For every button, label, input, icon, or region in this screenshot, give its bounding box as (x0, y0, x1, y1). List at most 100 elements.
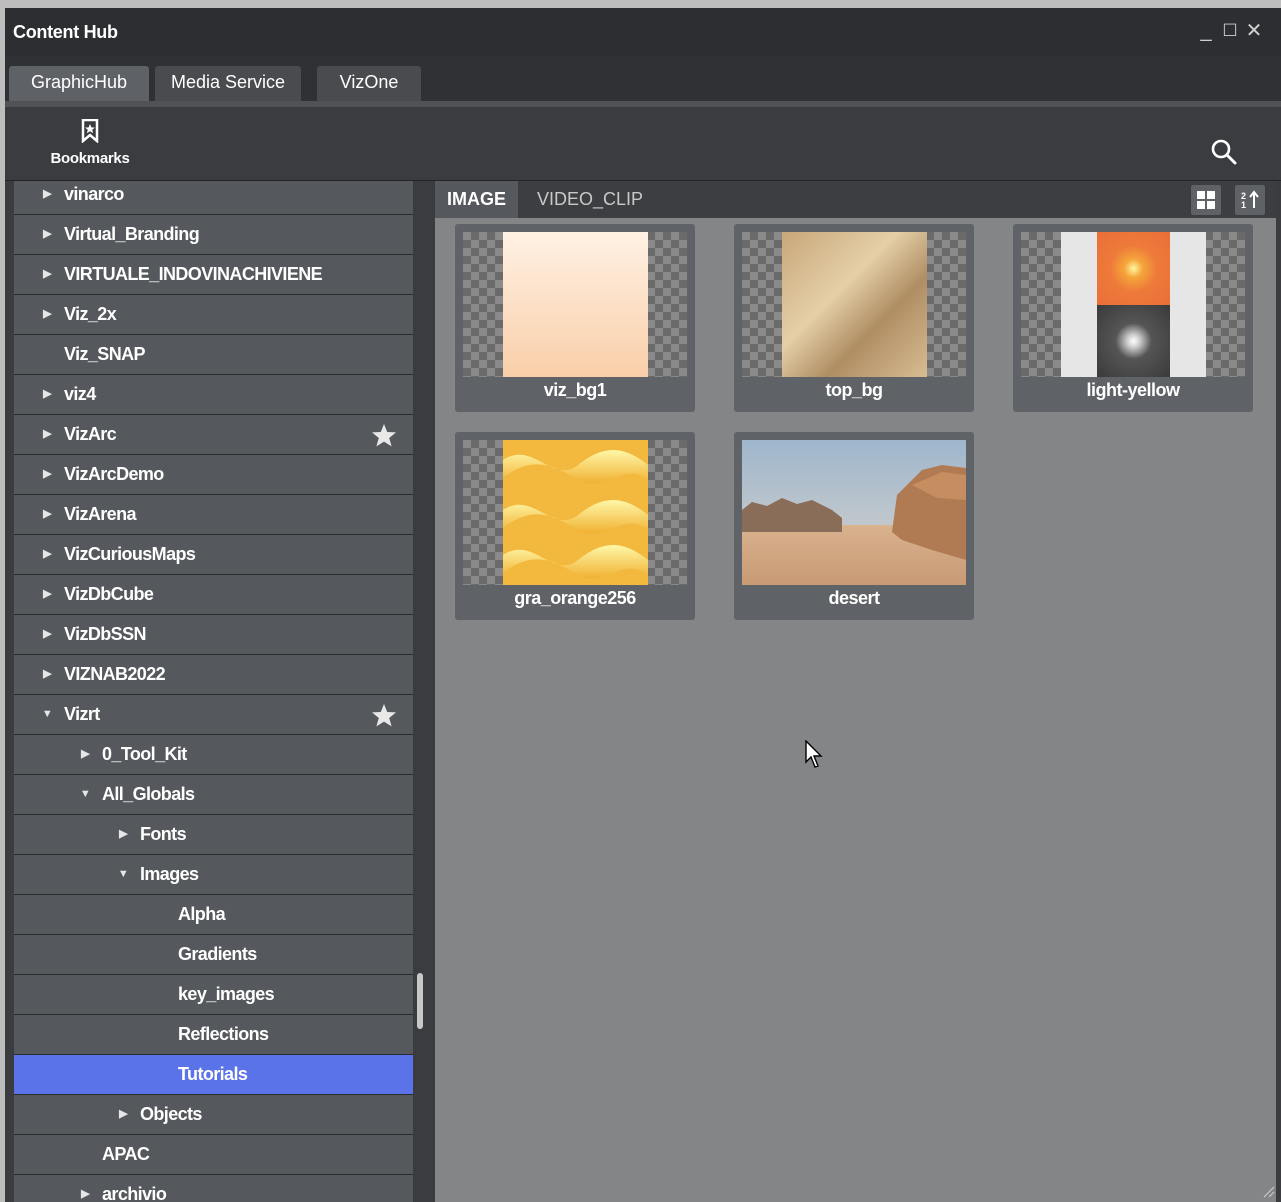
collapse-arrow-icon[interactable]: ▶ (40, 655, 54, 694)
tree-item[interactable]: ▶ VIRTUALE_INDOVINACHIVIENE (14, 255, 413, 295)
tree-item[interactable]: ▶ VizArena (14, 495, 413, 535)
title-bar: Content Hub _ ☐ ✕ (5, 8, 1281, 56)
asset-tile-top-bg[interactable]: top_bg (734, 224, 974, 412)
asset-thumbnail (742, 440, 966, 585)
collapse-arrow-icon[interactable]: ▶ (40, 215, 54, 254)
asset-tile-gra-orange256[interactable]: gra_orange256 (455, 432, 695, 620)
tree-item[interactable]: ▼ Images (14, 855, 413, 895)
tree-item[interactable]: ▶ VizDbSSN (14, 615, 413, 655)
tree-item-label: VizArc (64, 424, 117, 444)
tree-item-label: 0_Tool_Kit (102, 744, 187, 764)
tree-item[interactable]: ▶ Objects (14, 1095, 413, 1135)
grid-view-icon[interactable] (1191, 185, 1221, 215)
collapse-arrow-icon[interactable]: ▶ (40, 255, 54, 294)
tree-item[interactable]: ▶ vinarco (14, 181, 413, 215)
tab-image[interactable]: IMAGE (435, 181, 519, 218)
asset-type-tabs: IMAGE VIDEO_CLIP 21 (435, 181, 1276, 218)
svg-text:1: 1 (1241, 200, 1246, 210)
window-title: Content Hub (13, 22, 118, 42)
tab-video-clip[interactable]: VIDEO_CLIP (525, 181, 655, 218)
star-icon[interactable] (371, 703, 397, 727)
tree-item[interactable]: ▶ Fonts (14, 815, 413, 855)
tree-item[interactable]: ▶ VizCuriousMaps (14, 535, 413, 575)
expand-arrow-icon[interactable]: ▼ (40, 695, 54, 734)
tree-item[interactable]: APAC (14, 1135, 413, 1175)
tree-item-label: APAC (102, 1144, 150, 1164)
tree-item-label: Virtual_Branding (64, 224, 200, 244)
asset-tile-light-yellow[interactable]: light-yellow (1013, 224, 1253, 412)
maximize-button[interactable]: ☐ (1217, 16, 1243, 46)
tab-vizone[interactable]: VizOne (317, 66, 421, 101)
tree-item[interactable]: key_images (14, 975, 413, 1015)
search-icon[interactable] (1209, 137, 1239, 167)
tree-scrollbar-thumb[interactable] (417, 973, 423, 1029)
star-icon[interactable] (371, 423, 397, 447)
asset-thumbnail (463, 232, 687, 377)
tree-item-label: Alpha (178, 904, 226, 924)
collapse-arrow-icon[interactable]: ▶ (40, 495, 54, 534)
tree-item[interactable]: ▼ Vizrt (14, 695, 413, 735)
minimize-button[interactable]: _ (1193, 16, 1219, 46)
collapse-arrow-icon[interactable]: ▶ (78, 735, 92, 774)
tree-item-label: Images (140, 864, 199, 884)
tree-item[interactable]: ▶ archivio (14, 1175, 413, 1202)
tree-item[interactable]: Reflections (14, 1015, 413, 1055)
tree-item-label: Viz_2x (64, 304, 117, 324)
asset-thumbnail (1021, 232, 1245, 377)
bookmark-icon (81, 118, 99, 144)
collapse-arrow-icon[interactable]: ▶ (116, 1095, 130, 1134)
collapse-arrow-icon[interactable]: ▶ (116, 815, 130, 854)
tree-item[interactable]: Viz_SNAP (14, 335, 413, 375)
resize-grip-icon[interactable] (1261, 1184, 1275, 1198)
tree-item[interactable]: ▶ Virtual_Branding (14, 215, 413, 255)
sort-icon[interactable]: 21 (1235, 185, 1265, 215)
collapse-arrow-icon[interactable]: ▶ (40, 535, 54, 574)
asset-name: viz_bg1 (543, 380, 607, 400)
tree-item-label: key_images (178, 984, 275, 1004)
collapse-arrow-icon[interactable]: ▶ (78, 1175, 92, 1202)
content-hub-window: Content Hub _ ☐ ✕ GraphicHub Media Servi… (5, 8, 1281, 1202)
collapse-arrow-icon[interactable]: ▶ (40, 375, 54, 414)
collapse-arrow-icon[interactable]: ▶ (40, 415, 54, 454)
tree-item-label: VizDbCube (64, 584, 154, 604)
tree-item[interactable]: ▶ VizDbCube (14, 575, 413, 615)
tree-scrollbar[interactable] (415, 181, 425, 1202)
collapse-arrow-icon[interactable]: ▶ (40, 181, 54, 214)
tree-item[interactable]: Tutorials (14, 1055, 413, 1095)
tab-media-service[interactable]: Media Service (155, 66, 301, 101)
expand-arrow-icon[interactable]: ▼ (116, 855, 130, 894)
collapse-arrow-icon[interactable]: ▶ (40, 575, 54, 614)
asset-name: top_bg (825, 380, 884, 400)
asset-tile-desert[interactable]: desert (734, 432, 974, 620)
tree-item-label: vinarco (64, 184, 124, 204)
tree-item-label: viz4 (64, 384, 96, 404)
tree-item[interactable]: ▶ 0_Tool_Kit (14, 735, 413, 775)
tree-item-label: Reflections (178, 1024, 269, 1044)
folder-tree[interactable]: ▶ vinarco ▶ Virtual_Branding ▶ VIRTUALE_INDOV… (14, 181, 413, 1202)
close-button[interactable]: ✕ (1241, 16, 1267, 46)
expand-arrow-icon[interactable]: ▼ (78, 775, 92, 814)
tree-item-label: All_Globals (102, 784, 195, 804)
tree-item[interactable]: ▶ VIZNAB2022 (14, 655, 413, 695)
collapse-arrow-icon[interactable]: ▶ (40, 615, 54, 654)
tree-item-label: VizArena (64, 504, 137, 524)
tab-graphichub[interactable]: GraphicHub (9, 66, 149, 101)
tree-item[interactable]: ▶ VizArc (14, 415, 413, 455)
tree-item[interactable]: ▶ viz4 (14, 375, 413, 415)
tree-item[interactable]: Alpha (14, 895, 413, 935)
collapse-arrow-icon[interactable]: ▶ (40, 455, 54, 494)
bookmarks-button[interactable]: Bookmarks (35, 118, 145, 167)
tree-item-label: VIRTUALE_INDOVINACHIVIENE (64, 264, 323, 284)
tree-item[interactable]: Gradients (14, 935, 413, 975)
tree-item[interactable]: ▼ All_Globals (14, 775, 413, 815)
tree-item-label: archivio (102, 1184, 167, 1202)
tree-item[interactable]: ▶ Viz_2x (14, 295, 413, 335)
tree-item[interactable]: ▶ VizArcDemo (14, 455, 413, 495)
asset-tile-viz-bg1[interactable]: viz_bg1 (455, 224, 695, 412)
collapse-arrow-icon[interactable]: ▶ (40, 295, 54, 334)
tree-item-label: Viz_SNAP (64, 344, 146, 364)
tree-item-label: VizCuriousMaps (64, 544, 196, 564)
asset-name: gra_orange256 (514, 588, 636, 608)
asset-thumbnail (742, 232, 966, 377)
tab-bar: GraphicHub Media Service VizOne (5, 56, 1281, 101)
